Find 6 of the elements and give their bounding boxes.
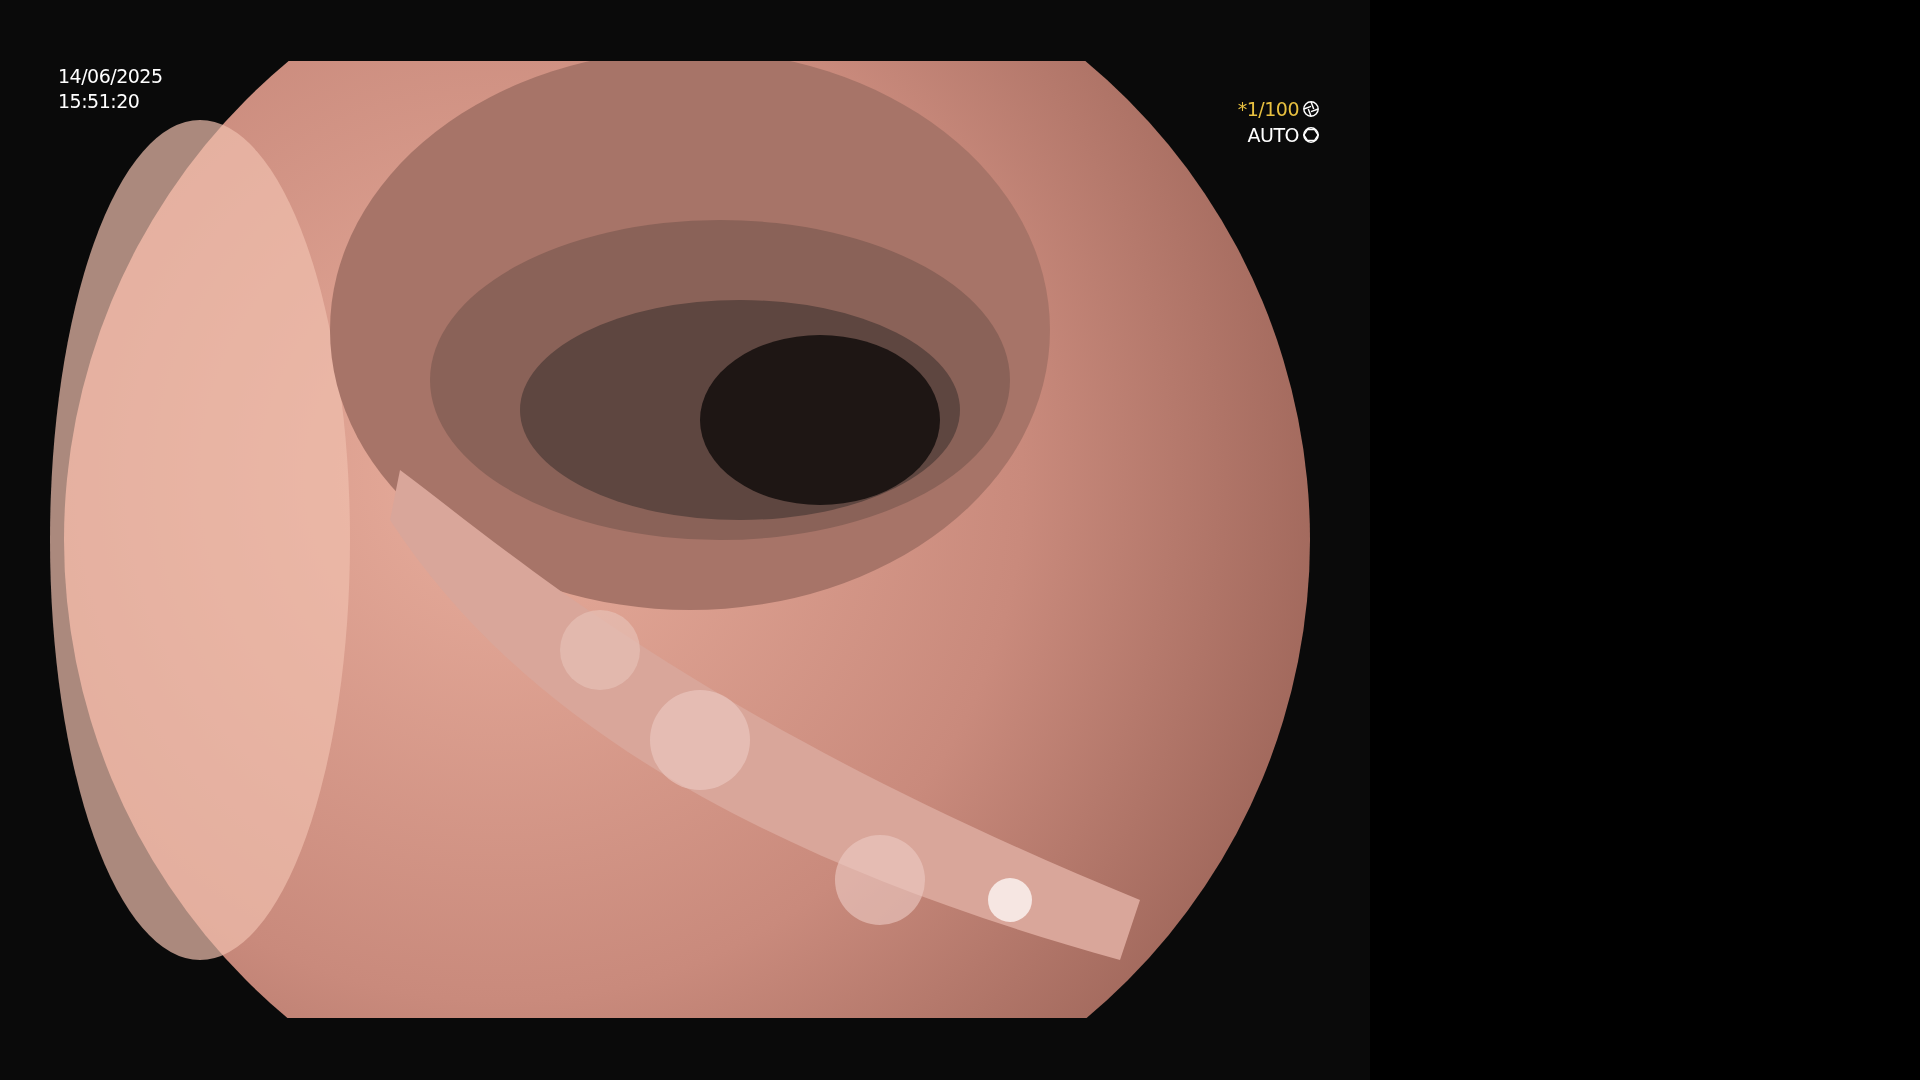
aperture-icon	[1302, 126, 1320, 144]
date-text: 14/06/2025	[58, 64, 163, 89]
time-text: 15:51:20	[58, 89, 141, 114]
aperture-icon	[1302, 100, 1320, 118]
shutter-speed-text: *1/100	[1237, 98, 1299, 120]
mode-text: AUTO	[1247, 124, 1299, 146]
